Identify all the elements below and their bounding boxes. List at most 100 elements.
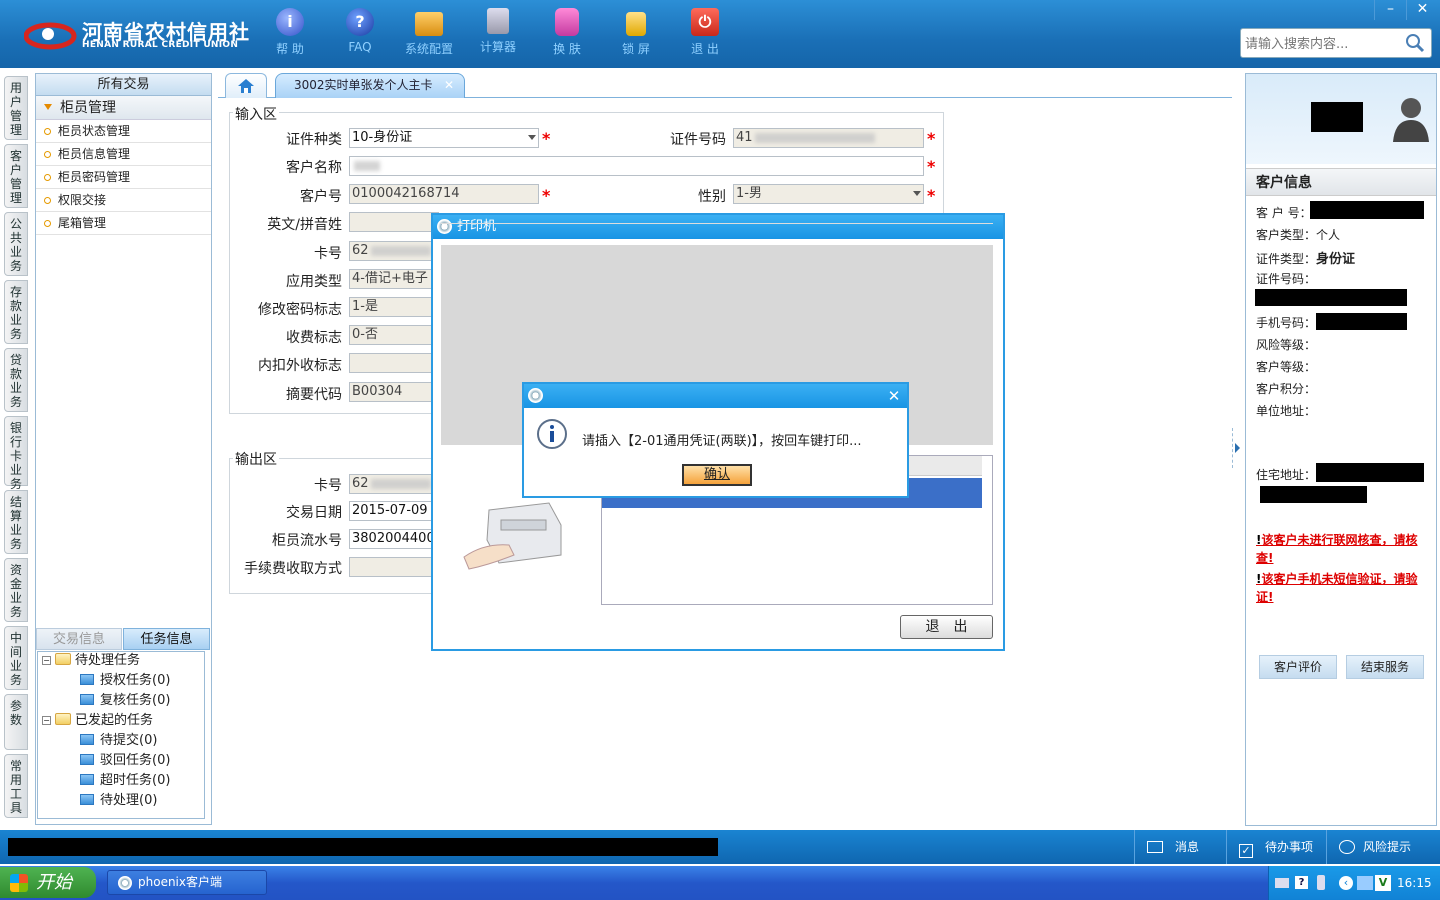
id-number-input[interactable]: 41	[733, 128, 924, 148]
tree-node-auth-tasks[interactable]: 授权任务(0)	[80, 672, 170, 690]
task-tree: − 待处理任务 授权任务(0) 复核任务(0) − 已发起的任务 待提交(0) 驳回…	[37, 651, 205, 819]
vtab-parameters[interactable]: 参数	[4, 694, 28, 750]
printer-exit-button[interactable]: 退 出	[900, 615, 993, 639]
power-icon: ⏻	[691, 8, 719, 36]
tree-label: 驳回任务(0)	[100, 753, 171, 768]
tab-transaction-info[interactable]: 交易信息	[36, 628, 122, 650]
output-card-number-value: 62	[352, 476, 369, 491]
tree-node-rejected[interactable]: 驳回任务(0)	[80, 752, 170, 770]
teller-serial-value: 380200440000	[349, 529, 439, 549]
vtab-user-management[interactable]: 用户管理	[4, 76, 28, 140]
vtab-deposit-business[interactable]: 存款业务	[4, 280, 28, 344]
tab-task-info[interactable]: 任务信息	[123, 628, 210, 650]
skin-button[interactable]: 换 肤	[539, 8, 595, 60]
tree-node-review-tasks[interactable]: 复核任务(0)	[80, 692, 170, 710]
vtab-settlement-business[interactable]: 结算业务	[4, 490, 28, 554]
customer-number-input[interactable]: 0100042168714	[349, 184, 539, 204]
messages-button[interactable]: 消息	[1134, 830, 1226, 864]
vtab-fund-business[interactable]: 资金业务	[4, 558, 28, 622]
customer-name-input[interactable]	[349, 156, 924, 176]
close-window-button[interactable]: ✕	[1406, 0, 1438, 20]
search-input[interactable]	[1245, 34, 1405, 54]
warning-network-verify-link[interactable]: !该客户未进行联网核查，请核查!	[1256, 531, 1434, 567]
vtab-customer-management[interactable]: 客户管理	[4, 144, 28, 208]
checkbox-icon: ✓	[1239, 844, 1253, 858]
ok-button[interactable]: 确认	[682, 464, 752, 486]
tree-node-to-process[interactable]: 待处理(0)	[80, 792, 157, 810]
teller-management-group[interactable]: 柜员管理	[36, 96, 211, 120]
system-config-button[interactable]: 系统配置	[401, 8, 457, 60]
network-icon[interactable]	[1357, 876, 1373, 890]
gender-value: 1-男	[736, 186, 762, 201]
id-type-select[interactable]: 10-身份证	[349, 128, 539, 148]
tree-node-pending[interactable]: − 待处理任务	[42, 652, 140, 670]
lock-screen-button[interactable]: 锁 屏	[608, 8, 664, 60]
taskbar-app-phoenix[interactable]: phoenix客户端	[107, 870, 267, 895]
close-icon[interactable]: ✕	[884, 386, 904, 406]
app-type-select[interactable]: 4-借记+电子	[349, 269, 439, 289]
tree-node-timeout[interactable]: 超时任务(0)	[80, 772, 170, 790]
fee-flag-select[interactable]: 0-否	[349, 325, 439, 345]
tree-label: 待提交(0)	[100, 733, 158, 748]
vtab-public-business[interactable]: 公共业务	[4, 212, 28, 276]
menu-item-tail-box[interactable]: 尾箱管理	[36, 212, 211, 235]
minimize-button[interactable]: –	[1374, 0, 1406, 20]
warning-sms-verify-link[interactable]: !该客户手机未短信验证，请验证!	[1256, 570, 1434, 606]
todo-button[interactable]: ✓ 待办事项	[1226, 830, 1326, 864]
bullet-icon	[44, 197, 51, 204]
menu-item-teller-status[interactable]: 柜员状态管理	[36, 120, 211, 143]
menu-item-permission-handover[interactable]: 权限交接	[36, 189, 211, 212]
system-tray: ? ‹ V 16:15	[1268, 866, 1440, 900]
all-transactions-header[interactable]: 所有交易	[36, 74, 211, 96]
id-type-label: 证件种类	[286, 132, 342, 148]
vtab-intermediary-business[interactable]: 中间业务	[4, 626, 28, 690]
info-subtabs: 交易信息 任务信息	[36, 628, 210, 650]
id-type-value: 10-身份证	[352, 130, 413, 145]
menu-item-label: 柜员信息管理	[58, 147, 131, 161]
collapse-icon[interactable]: −	[42, 716, 51, 725]
fee-method-select[interactable]	[349, 557, 439, 577]
vtab-card-business[interactable]: 银行卡业务	[4, 416, 28, 491]
risk-alert-button[interactable]: 风险提示	[1326, 830, 1440, 864]
gender-select[interactable]: 1-男	[733, 184, 924, 204]
keyboard-icon[interactable]	[1275, 878, 1289, 888]
tree-node-to-submit[interactable]: 待提交(0)	[80, 732, 157, 750]
menu-item-teller-info[interactable]: 柜员信息管理	[36, 143, 211, 166]
search-icon[interactable]	[1405, 33, 1425, 53]
antivirus-icon[interactable]: V	[1375, 875, 1391, 891]
close-tab-icon[interactable]: ✕	[444, 74, 454, 96]
usb-icon[interactable]	[1317, 875, 1325, 890]
english-name-input[interactable]	[349, 212, 439, 232]
collapse-icon[interactable]: −	[42, 656, 51, 665]
calculator-button[interactable]: 计算器	[470, 8, 526, 60]
customer-info-title: 客户信息	[1246, 168, 1436, 196]
summary-code-input[interactable]: B00304	[349, 382, 439, 402]
printer-icon	[463, 502, 562, 570]
tree-node-started[interactable]: − 已发起的任务	[42, 712, 153, 730]
card-number-input[interactable]: 62	[349, 241, 439, 261]
vtab-common-tools[interactable]: 常用工具	[4, 754, 28, 818]
card-number-label: 卡号	[314, 246, 342, 262]
faq-button[interactable]: ? FAQ	[332, 8, 388, 60]
help-button[interactable]: i 帮 助	[262, 8, 318, 60]
end-service-button[interactable]: 结束服务	[1346, 655, 1424, 679]
start-button[interactable]: 开始	[0, 867, 96, 898]
system-config-label: 系统配置	[404, 42, 453, 56]
input-section-title: 输入区	[233, 104, 279, 124]
help-tray-icon[interactable]: ?	[1295, 876, 1308, 889]
right-panel-collapse-handle[interactable]	[1232, 428, 1242, 468]
password-flag-select[interactable]: 1-是	[349, 297, 439, 317]
windows-taskbar: 开始 phoenix客户端 ? ‹ V 16:15	[0, 866, 1440, 900]
customer-evaluation-button[interactable]: 客户评价	[1259, 655, 1337, 679]
tab-home[interactable]	[225, 73, 267, 98]
vtab-loan-business[interactable]: 贷款业务	[4, 348, 28, 412]
id-number-value: 41	[736, 130, 753, 145]
chevron-left-icon[interactable]: ‹	[1339, 876, 1353, 890]
skin-label: 换 肤	[553, 42, 581, 56]
menu-item-teller-password[interactable]: 柜员密码管理	[36, 166, 211, 189]
exit-button[interactable]: ⏻ 退 出	[677, 8, 733, 60]
deduct-flag-select[interactable]	[349, 353, 439, 373]
required-marker: *	[927, 129, 936, 148]
card-number-value: 62	[352, 243, 369, 258]
tab-active-transaction[interactable]: 3002实时单张发个人主卡 ✕	[275, 73, 465, 98]
